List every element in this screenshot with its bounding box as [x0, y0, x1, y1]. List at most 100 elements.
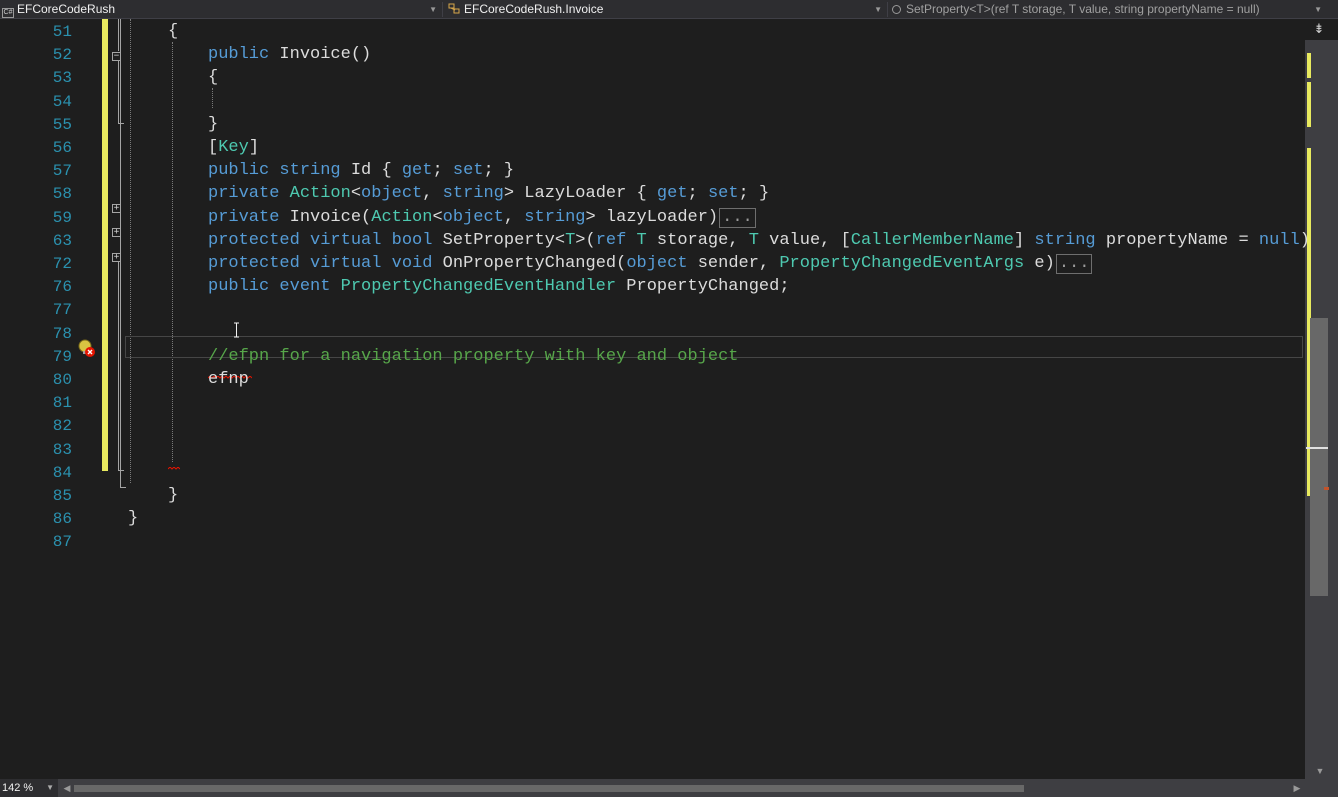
indent-guide: [172, 42, 173, 462]
code-token: set: [452, 161, 484, 181]
chevron-down-icon[interactable]: ▼: [1314, 0, 1322, 19]
code-token: event: [279, 277, 331, 297]
code-line[interactable]: private Action<object, string> LazyLoade…: [208, 183, 769, 205]
horizontal-scrollbar-thumb[interactable]: [74, 785, 1024, 792]
code-token: string: [524, 207, 586, 227]
method-icon: [892, 5, 901, 14]
code-token: virtual: [310, 254, 382, 273]
code-token: public: [208, 161, 270, 181]
project-dropdown[interactable]: C# EFCoreCodeRush ▼: [0, 0, 440, 19]
code-token: }: [168, 486, 179, 505]
code-token: ,: [422, 184, 443, 204]
code-token: PropertyChangedEventArgs: [779, 254, 1025, 273]
code-token: ref: [595, 230, 627, 250]
code-line[interactable]: protected virtual bool SetProperty<T>(re…: [208, 230, 1310, 252]
class-dropdown-label: EFCoreCodeRush.Invoice: [464, 2, 604, 16]
navigation-bar: C# EFCoreCodeRush ▼ EFCoreCodeRush.Invoic…: [0, 0, 1338, 19]
line-number: 79: [52, 347, 72, 366]
split-window-icon[interactable]: ⇟: [1309, 22, 1329, 36]
line-number: 83: [52, 440, 72, 459]
code-token: public: [208, 277, 270, 297]
code-token: get: [401, 161, 433, 181]
code-token: ; }: [738, 184, 770, 204]
code-token: CallerMemberName: [850, 230, 1015, 250]
csharp-project-icon: C#: [2, 8, 14, 18]
code-line[interactable]: [Key]: [208, 137, 259, 159]
code-line[interactable]: }: [168, 485, 178, 507]
code-token: public: [208, 45, 270, 65]
scrollbar-error-marker: [1324, 487, 1329, 490]
code-token: T: [565, 230, 576, 250]
code-token: PropertyChanged;: [616, 277, 790, 297]
code-token: bool: [391, 230, 433, 250]
code-token: T: [636, 230, 647, 250]
collapsed-region-indicator[interactable]: ...: [719, 207, 756, 228]
chevron-down-icon[interactable]: ▼: [429, 0, 437, 19]
vertical-scrollbar-thumb[interactable]: [1310, 318, 1328, 596]
code-line[interactable]: }: [208, 114, 218, 136]
code-token: ]: [248, 138, 260, 157]
outline-line: [118, 19, 119, 51]
code-line[interactable]: public event PropertyChangedEventHandler…: [208, 276, 790, 298]
code-token: virtual: [310, 230, 382, 250]
code-token: ;: [687, 184, 708, 204]
code-token: ,: [503, 207, 525, 227]
code-token: SetProperty<: [432, 230, 566, 250]
scroll-down-icon[interactable]: ▼: [1313, 766, 1327, 776]
error-squiggle: [168, 467, 180, 470]
code-line[interactable]: {: [168, 21, 178, 43]
code-editor[interactable]: [0, 19, 1305, 779]
code-line[interactable]: public Invoice(): [208, 44, 371, 66]
chevron-down-icon[interactable]: ▼: [874, 0, 882, 19]
class-icon: [447, 3, 461, 14]
class-dropdown[interactable]: EFCoreCodeRush.Invoice ▼: [445, 0, 885, 19]
chevron-down-icon[interactable]: ▼: [46, 779, 54, 797]
code-token: OnPropertyChanged(: [432, 254, 627, 273]
lightbulb-error-icon[interactable]: [78, 339, 96, 359]
member-dropdown[interactable]: SetProperty<T>(ref T storage, T value, s…: [890, 0, 1325, 19]
line-number: 59: [52, 208, 72, 227]
code-line[interactable]: public string Id { get; set; }: [208, 160, 514, 182]
code-token: ;: [432, 161, 453, 181]
code-token: >(: [575, 230, 596, 250]
code-line[interactable]: //efpn for a navigation property with ke…: [208, 346, 739, 368]
collapsed-region-indicator[interactable]: ...: [1055, 254, 1093, 274]
code-token: > lazyLoader): [585, 207, 719, 227]
outline-line: [120, 487, 126, 488]
code-token: {: [208, 68, 219, 88]
line-number: 84: [52, 463, 72, 482]
code-token: propertyName =: [1095, 230, 1259, 250]
code-token: null: [1258, 230, 1300, 250]
line-number: 51: [52, 23, 72, 41]
line-number: 77: [52, 301, 72, 320]
line-number: 82: [52, 417, 72, 436]
indent-guide: [212, 88, 213, 108]
line-number: 81: [52, 394, 72, 413]
code-line[interactable]: private Invoice(Action<object, string> l…: [208, 207, 756, 229]
code-token: Id {: [340, 161, 402, 181]
code-token: [: [208, 138, 219, 157]
member-dropdown-label: SetProperty<T>(ref T storage, T value, s…: [906, 2, 1260, 16]
scroll-right-icon[interactable]: ▶: [1292, 782, 1302, 794]
code-token: object: [442, 207, 504, 227]
scroll-left-icon[interactable]: ◀: [62, 782, 72, 794]
text-cursor: [234, 322, 239, 338]
code-line[interactable]: {: [208, 67, 218, 89]
code-line[interactable]: efnp: [208, 369, 249, 391]
line-number: 63: [52, 231, 72, 250]
outline-line: [118, 123, 124, 124]
code-line[interactable]: }: [128, 508, 138, 530]
code-token: Action: [289, 184, 351, 204]
zoom-dropdown[interactable]: 142 % ▼: [0, 779, 58, 797]
code-token: }: [208, 114, 219, 134]
code-token: string: [1034, 230, 1096, 250]
code-token: protected: [208, 230, 300, 250]
line-number: 76: [52, 278, 72, 297]
code-token: object: [361, 184, 423, 204]
code-token: sender,: [687, 254, 780, 273]
code-line[interactable]: protected virtual void OnPropertyChanged…: [208, 253, 1093, 275]
